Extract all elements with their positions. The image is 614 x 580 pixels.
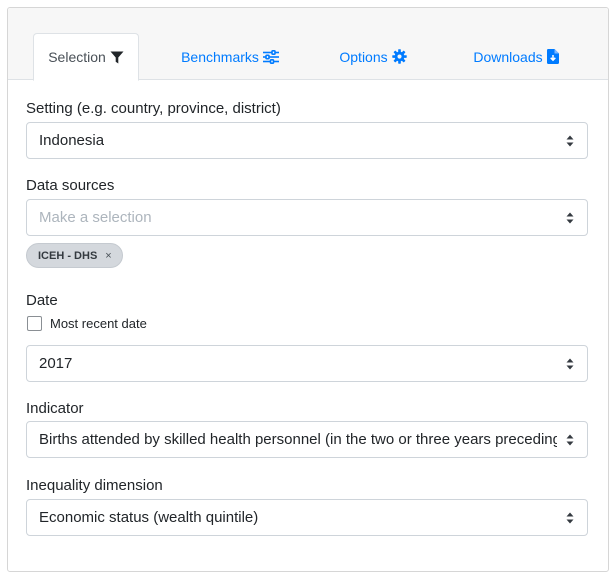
most-recent-date-label: Most recent date — [50, 316, 147, 331]
filter-icon — [110, 51, 124, 64]
data-source-chip: ICEH - DHS × — [26, 243, 123, 268]
tab-downloads[interactable]: Downloads — [452, 33, 580, 80]
sort-caret-icon — [566, 434, 574, 445]
tab-options[interactable]: Options — [321, 33, 425, 80]
sort-caret-icon — [566, 212, 574, 223]
tab-options-label: Options — [339, 48, 388, 65]
indicator-select[interactable]: Births attended by skilled health person… — [26, 421, 588, 458]
chip-remove-icon[interactable]: × — [105, 250, 111, 262]
data-sources-placeholder: Make a selection — [39, 209, 152, 226]
date-label: Date — [26, 292, 58, 309]
indicator-value: Births attended by skilled health person… — [39, 431, 557, 448]
date-select[interactable]: 2017 — [26, 345, 588, 382]
data-sources-label: Data sources — [26, 177, 115, 194]
setting-value: Indonesia — [39, 132, 105, 149]
tab-benchmarks-label: Benchmarks — [181, 48, 259, 65]
tab-downloads-label: Downloads — [473, 48, 543, 65]
file-download-icon — [546, 49, 559, 64]
sort-caret-icon — [566, 358, 574, 369]
indicator-label: Indicator — [26, 400, 84, 417]
tab-benchmarks[interactable]: Benchmarks — [166, 33, 294, 80]
most-recent-date-row: Most recent date — [27, 316, 147, 331]
inequality-dimension-value: Economic status (wealth quintile) — [39, 509, 259, 526]
inequality-dimension-label: Inequality dimension — [26, 477, 163, 494]
data-source-chip-label: ICEH - DHS — [38, 249, 98, 262]
most-recent-date-checkbox[interactable] — [27, 316, 42, 331]
tab-bar: Selection Benchmarks Options Downloads — [8, 8, 608, 81]
tab-selection-label: Selection — [48, 49, 106, 65]
sliders-icon — [262, 49, 279, 64]
gear-icon — [391, 49, 407, 64]
data-sources-select[interactable]: Make a selection — [26, 199, 588, 236]
sort-caret-icon — [566, 135, 574, 146]
inequality-dimension-select[interactable]: Economic status (wealth quintile) — [26, 499, 588, 536]
tab-selection[interactable]: Selection — [33, 33, 139, 81]
sort-caret-icon — [566, 512, 574, 523]
date-value: 2017 — [39, 355, 73, 372]
setting-label: Setting (e.g. country, province, distric… — [26, 100, 281, 117]
setting-select[interactable]: Indonesia — [26, 122, 588, 159]
